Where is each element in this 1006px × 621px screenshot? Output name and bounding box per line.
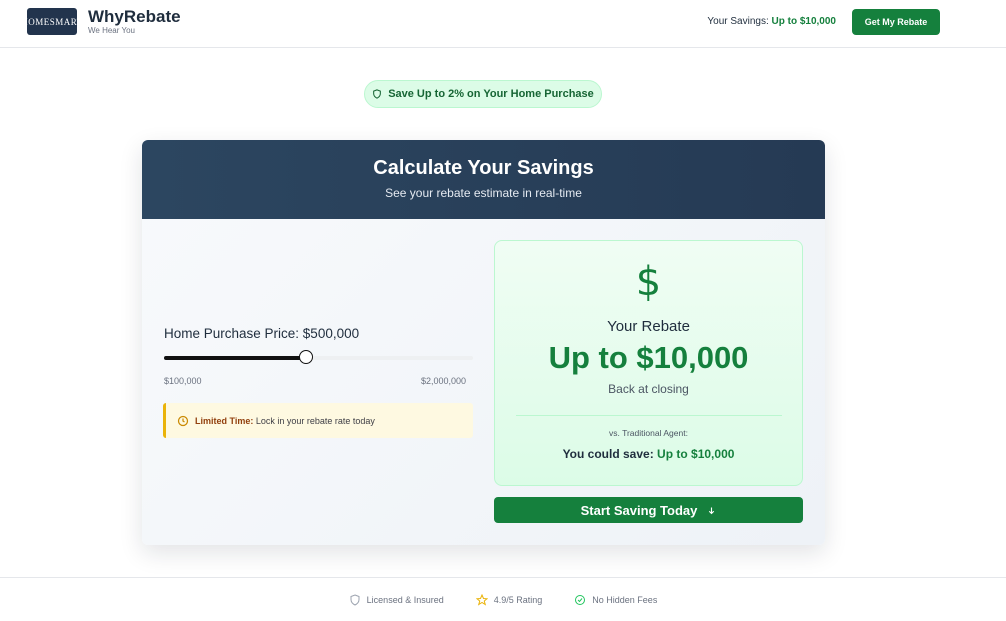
divider [516,415,782,416]
trust-label: Licensed & Insured [366,594,444,605]
shield-icon [350,593,360,606]
calculator-subtitle: See your rebate estimate in real-time [385,186,582,200]
trust-item-fees: No Hidden Fees [574,594,657,606]
check-circle-icon [575,594,586,605]
brand-tagline: We Hear You [88,26,135,35]
rebate-sub: Back at closing [608,382,689,396]
trust-item-licensed: Licensed & Insured [349,593,444,606]
header-savings: Your Savings: Up to $10,000 [707,16,836,27]
promo-pill: Save Up to 2% on Your Home Purchase [364,80,602,108]
trust-footer: Licensed & Insured 4.9/5 Rating No Hidde… [0,577,1006,621]
savings-calculator: Calculate Your Savings See your rebate e… [142,140,825,545]
slider-max-label: $2,000,000 [421,376,467,386]
brand[interactable]: WhyRebate We Hear You [88,7,181,36]
star-icon [475,593,488,606]
rebate-label: Your Rebate [607,318,690,335]
promo-text: Save Up to 2% on Your Home Purchase [388,88,594,100]
start-saving-button[interactable]: Start Saving Today [494,497,803,523]
savings-label: Your Savings: [707,16,769,27]
vs-traditional-label: vs. Traditional Agent: [609,428,688,438]
homesmart-logo[interactable]: HOMESMART [21,8,82,35]
price-label: Home Purchase Price: $500,000 [164,326,360,341]
slider-fill [164,356,306,360]
arrow-down-icon [709,507,715,514]
savings-value: Up to $10,000 [771,16,836,27]
notice-text: Lock in your rebate rate today [253,415,375,426]
trust-label: No Hidden Fees [592,594,658,605]
slider-thumb[interactable] [298,350,313,364]
limited-time-notice: Limited Time: Lock in your rebate rate t… [163,403,473,438]
start-saving-label: Start Saving Today [580,502,698,518]
trust-item-rating: 4.9/5 Rating [475,593,543,606]
price-slider[interactable] [164,350,473,364]
brand-name: WhyRebate [88,7,181,26]
save-label: You could save: [562,447,654,461]
trust-label: 4.9/5 Rating [493,594,543,605]
get-my-rebate-button[interactable]: Get My Rebate [852,9,940,35]
dollar-icon: $ [635,259,662,305]
slider-min-label: $100,000 [164,376,202,386]
site-header: HOMESMART WhyRebate We Hear You Your Sav… [0,0,1006,48]
shield-icon [373,89,382,99]
notice-bold: Limited Time: [195,415,254,426]
rebate-amount: Up to $10,000 [548,340,749,375]
could-save: You could save: Up to $10,000 [495,447,802,461]
clock-icon [177,415,189,426]
rebate-panel: $ Your Rebate Up to $10,000 Back at clos… [494,240,803,486]
calculator-header: Calculate Your Savings See your rebate e… [142,140,825,219]
save-value: Up to $10,000 [657,447,735,461]
calculator-title: Calculate Your Savings [373,157,594,179]
